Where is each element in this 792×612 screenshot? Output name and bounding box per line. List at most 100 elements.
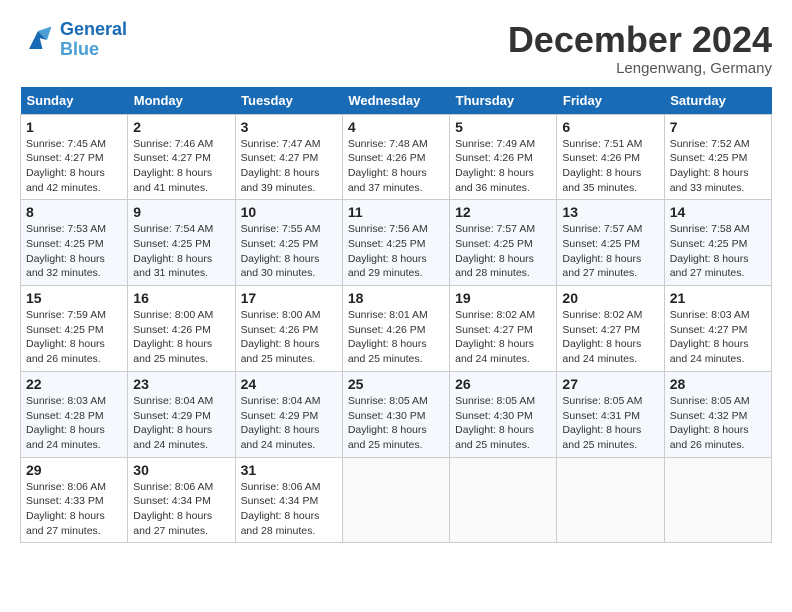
day-number: 18 xyxy=(348,290,444,306)
day-info: Sunrise: 8:02 AMSunset: 4:27 PMDaylight:… xyxy=(562,308,658,367)
day-number: 11 xyxy=(348,204,444,220)
day-number: 2 xyxy=(133,119,229,135)
calendar-day-cell: 29 Sunrise: 8:06 AMSunset: 4:33 PMDaylig… xyxy=(21,457,128,543)
day-info: Sunrise: 7:57 AMSunset: 4:25 PMDaylight:… xyxy=(562,222,658,281)
weekday-header-sunday: Sunday xyxy=(21,87,128,115)
day-info: Sunrise: 7:49 AMSunset: 4:26 PMDaylight:… xyxy=(455,137,551,196)
calendar-day-cell: 20 Sunrise: 8:02 AMSunset: 4:27 PMDaylig… xyxy=(557,286,664,372)
calendar-week-row: 22 Sunrise: 8:03 AMSunset: 4:28 PMDaylig… xyxy=(21,371,772,457)
day-number: 29 xyxy=(26,462,122,478)
day-info: Sunrise: 7:57 AMSunset: 4:25 PMDaylight:… xyxy=(455,222,551,281)
day-info: Sunrise: 8:05 AMSunset: 4:31 PMDaylight:… xyxy=(562,394,658,453)
calendar-day-cell: 15 Sunrise: 7:59 AMSunset: 4:25 PMDaylig… xyxy=(21,286,128,372)
day-number: 7 xyxy=(670,119,766,135)
day-info: Sunrise: 8:05 AMSunset: 4:32 PMDaylight:… xyxy=(670,394,766,453)
day-number: 4 xyxy=(348,119,444,135)
day-number: 12 xyxy=(455,204,551,220)
calendar-day-cell: 19 Sunrise: 8:02 AMSunset: 4:27 PMDaylig… xyxy=(450,286,557,372)
day-info: Sunrise: 8:05 AMSunset: 4:30 PMDaylight:… xyxy=(455,394,551,453)
day-number: 30 xyxy=(133,462,229,478)
weekday-header-monday: Monday xyxy=(128,87,235,115)
weekday-header-row: SundayMondayTuesdayWednesdayThursdayFrid… xyxy=(21,87,772,115)
calendar-day-cell xyxy=(557,457,664,543)
day-number: 25 xyxy=(348,376,444,392)
day-number: 27 xyxy=(562,376,658,392)
day-info: Sunrise: 7:47 AMSunset: 4:27 PMDaylight:… xyxy=(241,137,337,196)
day-info: Sunrise: 7:59 AMSunset: 4:25 PMDaylight:… xyxy=(26,308,122,367)
calendar-day-cell: 23 Sunrise: 8:04 AMSunset: 4:29 PMDaylig… xyxy=(128,371,235,457)
calendar-day-cell xyxy=(664,457,771,543)
calendar-day-cell: 31 Sunrise: 8:06 AMSunset: 4:34 PMDaylig… xyxy=(235,457,342,543)
calendar-day-cell: 6 Sunrise: 7:51 AMSunset: 4:26 PMDayligh… xyxy=(557,114,664,200)
day-info: Sunrise: 7:53 AMSunset: 4:25 PMDaylight:… xyxy=(26,222,122,281)
day-number: 5 xyxy=(455,119,551,135)
day-info: Sunrise: 7:54 AMSunset: 4:25 PMDaylight:… xyxy=(133,222,229,281)
logo-text: General Blue xyxy=(60,20,127,60)
day-info: Sunrise: 8:03 AMSunset: 4:28 PMDaylight:… xyxy=(26,394,122,453)
day-number: 16 xyxy=(133,290,229,306)
day-number: 8 xyxy=(26,204,122,220)
calendar-week-row: 8 Sunrise: 7:53 AMSunset: 4:25 PMDayligh… xyxy=(21,200,772,286)
calendar-day-cell: 12 Sunrise: 7:57 AMSunset: 4:25 PMDaylig… xyxy=(450,200,557,286)
month-title: December 2024 xyxy=(508,20,772,60)
day-info: Sunrise: 8:00 AMSunset: 4:26 PMDaylight:… xyxy=(241,308,337,367)
calendar-week-row: 1 Sunrise: 7:45 AMSunset: 4:27 PMDayligh… xyxy=(21,114,772,200)
day-info: Sunrise: 8:06 AMSunset: 4:34 PMDaylight:… xyxy=(241,480,337,539)
calendar-day-cell: 28 Sunrise: 8:05 AMSunset: 4:32 PMDaylig… xyxy=(664,371,771,457)
day-number: 6 xyxy=(562,119,658,135)
calendar-day-cell xyxy=(450,457,557,543)
calendar-day-cell: 9 Sunrise: 7:54 AMSunset: 4:25 PMDayligh… xyxy=(128,200,235,286)
day-info: Sunrise: 7:52 AMSunset: 4:25 PMDaylight:… xyxy=(670,137,766,196)
calendar-week-row: 29 Sunrise: 8:06 AMSunset: 4:33 PMDaylig… xyxy=(21,457,772,543)
location: Lengenwang, Germany xyxy=(508,60,772,77)
day-info: Sunrise: 8:05 AMSunset: 4:30 PMDaylight:… xyxy=(348,394,444,453)
day-info: Sunrise: 7:46 AMSunset: 4:27 PMDaylight:… xyxy=(133,137,229,196)
calendar-day-cell: 22 Sunrise: 8:03 AMSunset: 4:28 PMDaylig… xyxy=(21,371,128,457)
day-info: Sunrise: 7:45 AMSunset: 4:27 PMDaylight:… xyxy=(26,137,122,196)
day-info: Sunrise: 7:48 AMSunset: 4:26 PMDaylight:… xyxy=(348,137,444,196)
weekday-header-friday: Friday xyxy=(557,87,664,115)
calendar-day-cell: 5 Sunrise: 7:49 AMSunset: 4:26 PMDayligh… xyxy=(450,114,557,200)
calendar-day-cell: 27 Sunrise: 8:05 AMSunset: 4:31 PMDaylig… xyxy=(557,371,664,457)
day-number: 24 xyxy=(241,376,337,392)
calendar-day-cell xyxy=(342,457,449,543)
calendar-day-cell: 7 Sunrise: 7:52 AMSunset: 4:25 PMDayligh… xyxy=(664,114,771,200)
day-info: Sunrise: 8:06 AMSunset: 4:34 PMDaylight:… xyxy=(133,480,229,539)
calendar-day-cell: 24 Sunrise: 8:04 AMSunset: 4:29 PMDaylig… xyxy=(235,371,342,457)
calendar-day-cell: 18 Sunrise: 8:01 AMSunset: 4:26 PMDaylig… xyxy=(342,286,449,372)
calendar-day-cell: 1 Sunrise: 7:45 AMSunset: 4:27 PMDayligh… xyxy=(21,114,128,200)
calendar-day-cell: 13 Sunrise: 7:57 AMSunset: 4:25 PMDaylig… xyxy=(557,200,664,286)
calendar-day-cell: 11 Sunrise: 7:56 AMSunset: 4:25 PMDaylig… xyxy=(342,200,449,286)
day-info: Sunrise: 7:51 AMSunset: 4:26 PMDaylight:… xyxy=(562,137,658,196)
weekday-header-wednesday: Wednesday xyxy=(342,87,449,115)
day-info: Sunrise: 8:01 AMSunset: 4:26 PMDaylight:… xyxy=(348,308,444,367)
day-info: Sunrise: 8:02 AMSunset: 4:27 PMDaylight:… xyxy=(455,308,551,367)
day-number: 1 xyxy=(26,119,122,135)
calendar-table: SundayMondayTuesdayWednesdayThursdayFrid… xyxy=(20,87,772,544)
calendar-day-cell: 10 Sunrise: 7:55 AMSunset: 4:25 PMDaylig… xyxy=(235,200,342,286)
day-number: 13 xyxy=(562,204,658,220)
logo-icon xyxy=(20,22,56,58)
day-info: Sunrise: 8:04 AMSunset: 4:29 PMDaylight:… xyxy=(241,394,337,453)
calendar-day-cell: 26 Sunrise: 8:05 AMSunset: 4:30 PMDaylig… xyxy=(450,371,557,457)
day-info: Sunrise: 8:03 AMSunset: 4:27 PMDaylight:… xyxy=(670,308,766,367)
day-info: Sunrise: 7:56 AMSunset: 4:25 PMDaylight:… xyxy=(348,222,444,281)
day-number: 3 xyxy=(241,119,337,135)
calendar-week-row: 15 Sunrise: 7:59 AMSunset: 4:25 PMDaylig… xyxy=(21,286,772,372)
day-number: 15 xyxy=(26,290,122,306)
day-number: 10 xyxy=(241,204,337,220)
calendar-day-cell: 25 Sunrise: 8:05 AMSunset: 4:30 PMDaylig… xyxy=(342,371,449,457)
weekday-header-saturday: Saturday xyxy=(664,87,771,115)
weekday-header-tuesday: Tuesday xyxy=(235,87,342,115)
logo: General Blue xyxy=(20,20,127,60)
calendar-day-cell: 16 Sunrise: 8:00 AMSunset: 4:26 PMDaylig… xyxy=(128,286,235,372)
day-number: 28 xyxy=(670,376,766,392)
day-number: 20 xyxy=(562,290,658,306)
day-number: 31 xyxy=(241,462,337,478)
calendar-day-cell: 14 Sunrise: 7:58 AMSunset: 4:25 PMDaylig… xyxy=(664,200,771,286)
day-number: 14 xyxy=(670,204,766,220)
day-number: 17 xyxy=(241,290,337,306)
day-number: 23 xyxy=(133,376,229,392)
day-number: 9 xyxy=(133,204,229,220)
day-number: 26 xyxy=(455,376,551,392)
